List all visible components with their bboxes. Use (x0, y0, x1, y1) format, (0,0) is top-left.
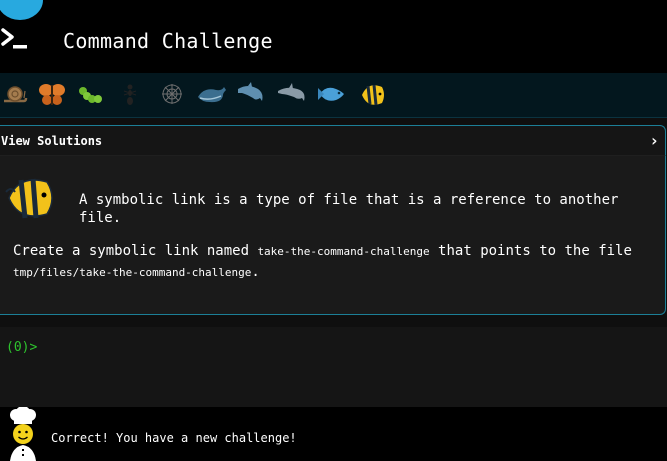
dolphin-icon[interactable] (236, 81, 266, 107)
chevron-right-icon[interactable]: › (649, 131, 659, 150)
task-text: . (251, 264, 260, 280)
ant-icon[interactable] (120, 81, 140, 107)
status-footer: Correct! You have a new challenge! (0, 407, 667, 461)
app-header: Command Challenge (0, 0, 667, 73)
chef-avatar-icon (10, 407, 36, 461)
spider-web-icon[interactable] (160, 81, 184, 107)
dolphin-icon[interactable] (276, 81, 308, 107)
target-path-code: tmp/files/take-the-command-challenge (13, 266, 252, 279)
angelfish-icon[interactable] (358, 81, 386, 109)
page-title: Command Challenge (63, 29, 273, 53)
level-icon-strip (0, 73, 667, 118)
snail-icon[interactable] (2, 81, 28, 107)
header-dome-decoration (0, 0, 43, 20)
challenge-description: A symbolic link is a type of file that i… (79, 192, 619, 226)
butterfly-icon[interactable] (38, 81, 66, 107)
terminal-prompt-icon[interactable] (0, 24, 32, 54)
task-text: Create a symbolic link named (13, 243, 258, 259)
terminal-input-area[interactable]: (0)> (0, 327, 667, 407)
link-name-code: take-the-command-challenge (257, 245, 430, 258)
status-message: Correct! You have a new challenge! (51, 431, 297, 445)
whale-icon[interactable] (196, 81, 228, 107)
angelfish-icon (5, 178, 53, 219)
caterpillar-icon[interactable] (78, 81, 104, 107)
view-solutions-bar[interactable]: View Solutions › (0, 125, 666, 156)
challenge-panel: A symbolic link is a type of file that i… (0, 155, 666, 315)
fish-icon[interactable] (316, 81, 348, 107)
terminal-prompt: (0)> (6, 340, 38, 355)
challenge-task: Create a symbolic link named take-the-co… (13, 241, 653, 283)
view-solutions-label[interactable]: View Solutions (1, 134, 102, 148)
task-text: that points to the file (429, 243, 632, 259)
